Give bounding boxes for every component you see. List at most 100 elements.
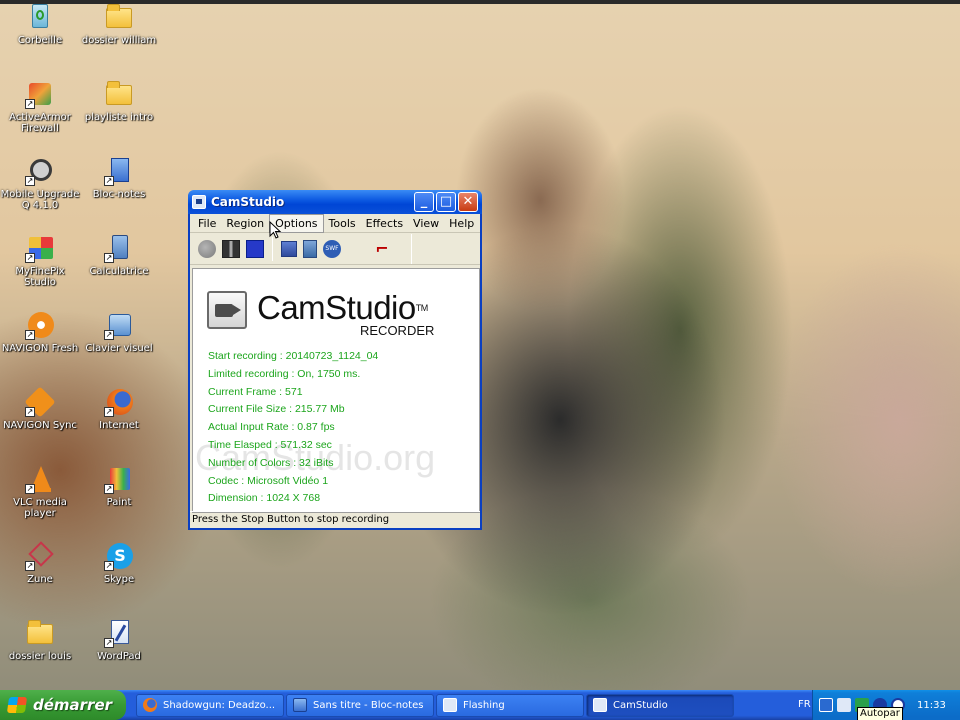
desktop-icon-navigon-sync[interactable]: ↗ NAVIGON Sync [0,386,80,457]
desktop-icon-internet[interactable]: ↗ Internet [79,387,159,457]
keyboard-icon: ↗ [104,310,134,340]
taskbar: démarrer Shadowgun: Deadzo... Sans titre… [0,690,960,720]
pause-button[interactable] [222,239,240,258]
window-title: CamStudio [211,195,285,209]
region-icon[interactable] [303,239,317,258]
recording-info-panel: CamStudioTM RECORDER CamStudio.org Start… [192,268,480,513]
desktop-icon-label: NAVIGON Sync [3,420,77,431]
desktop-icon-label: Calculatrice [89,266,149,277]
mobile-upgrade-icon: ↗ [25,156,55,186]
camstudio-logo: CamStudioTM RECORDER [207,289,434,338]
clock[interactable]: 11:33 [917,700,946,711]
minimize-to-tray-icon[interactable]: ⌐ [369,239,395,259]
stop-button[interactable] [246,239,264,258]
desktop-icon-label: Paint [106,497,132,508]
desktop-icon-calculatrice[interactable]: ↗ Calculatrice [79,233,159,303]
task-shadowgun[interactable]: Shadowgun: Deadzo... [136,693,284,717]
notepad-icon: ↗ [104,156,134,186]
stat-codec: Codec : Microsoft Vidéo 1 [208,474,329,487]
desktop-icon-activearmor[interactable]: ↗ ActiveArmor Firewall [0,79,80,149]
task-bloc-notes[interactable]: Sans titre - Bloc-notes [286,693,434,717]
camstudio-window[interactable]: CamStudio _ □ ✕ File Region Options Tool… [188,190,482,530]
stat-dimension: Dimension : 1024 X 768 [208,492,321,505]
desktop-icon-label: NAVIGON Fresh [1,343,79,354]
menu-view[interactable]: View [408,215,444,232]
window-titlebar[interactable]: CamStudio _ □ ✕ [188,190,482,214]
desktop-icon-label: ActiveArmor Firewall [9,112,71,134]
toolbar-separator [411,233,412,264]
stat-file-size: Current File Size : 215.77 Mb [208,403,345,416]
menu-region[interactable]: Region [221,215,269,232]
task-list: Shadowgun: Deadzo... Sans titre - Bloc-n… [136,693,736,717]
swf-icon[interactable]: SWF [323,239,341,258]
desktop-icon-navigon-fresh[interactable]: ↗ NAVIGON Fresh [0,310,80,380]
maximize-button[interactable]: □ [436,192,456,212]
desktop-icon-label: dossier louis [8,651,72,662]
camstudio-icon [192,195,206,209]
desktop-icon-corbeille[interactable]: Corbeille [0,2,80,72]
desktop-icon-clavier-visuel[interactable]: ↗ Clavier visuel [79,310,159,380]
stat-input-rate: Actual Input Rate : 0.87 fps [208,421,335,434]
desktop-icon-label: Corbeille [17,35,63,46]
window-tray-icon[interactable] [837,698,851,712]
paint-icon: ↗ [104,464,134,494]
desktop-icon-paint[interactable]: ↗ Paint [79,464,159,534]
folder-icon [25,618,55,648]
desktop-icon-skype[interactable]: S ↗ Skype [79,541,159,611]
desktop-icon-label: Clavier visuel [85,343,153,354]
menu-tools[interactable]: Tools [324,215,361,232]
menu-bar: File Region Options Tools Effects View H… [190,213,480,233]
stat-start-recording: Start recording : 20140723_1124_04 [208,350,379,362]
menu-help[interactable]: Help [444,215,479,232]
stat-limited-recording: Limited recording : On, 1750 ms. [208,367,361,380]
desktop-icon-wordpad[interactable]: ↗ WordPad [79,618,159,688]
mouse-cursor-icon [269,221,282,239]
desktop-icon-vlc[interactable]: ↗ VLC media player [0,464,80,534]
toolbar: SWF ⌐ [190,233,480,265]
close-button[interactable]: ✕ [458,192,478,212]
zune-icon: ↗ [25,541,55,571]
finepix-icon: ↗ [25,233,55,263]
folder-icon [104,2,134,32]
desktop-icon-label: VLC media player [13,497,67,519]
recording-stats: Start recording : 20140723_1124_04 Limit… [208,348,378,508]
stat-colors: Number of Colors : 32 iBits [208,456,334,469]
calculator-icon: ↗ [104,233,134,263]
back-arrow-icon[interactable] [819,698,833,712]
desktop-icon-label: WordPad [97,651,141,662]
desktop-icon-mobile-upgrade[interactable]: ↗ Mobile Upgrade Q 4.1.0 [0,156,80,226]
desktop-icon-bloc-notes[interactable]: ↗ Bloc-notes [79,156,159,226]
brand-name: CamStudioTM [257,289,428,326]
vlc-icon: ↗ [25,464,55,494]
desktop-icon-label: Skype [103,574,135,585]
minimize-button[interactable]: _ [414,192,434,212]
desktop-icon-playliste-intro[interactable]: playliste intro [79,79,159,149]
camera-icon [207,291,247,329]
firewall-icon: ↗ [25,79,55,109]
desktop-icon-dossier-louis[interactable]: dossier louis [0,618,80,688]
desktop-icon-label: MyFinePix Studio [15,266,65,288]
firefox-icon [143,698,157,712]
windows-logo-icon [6,697,28,713]
task-camstudio[interactable]: CamStudio [586,693,734,717]
desktop-icon-label: dossier william [81,35,157,46]
desktop-icon-zune[interactable]: ↗ Zune [0,541,80,611]
desktop-icon-myfinepix[interactable]: ↗ MyFinePix Studio [0,233,80,303]
menu-file[interactable]: File [193,215,221,232]
annotation-icon[interactable] [281,240,297,257]
firefox-icon: ↗ [104,387,134,417]
desktop-icon-label: Mobile Upgrade Q 4.1.0 [0,189,80,211]
start-button[interactable]: démarrer [0,690,126,720]
desktop-icon-dossier-william[interactable]: dossier william [79,2,159,72]
stat-current-frame: Current Frame : 571 [208,385,303,398]
desktop-icon-label: Internet [99,420,139,431]
wordpad-icon: ↗ [104,618,134,648]
menu-effects[interactable]: Effects [361,215,408,232]
task-flashing[interactable]: Flashing [436,693,584,717]
record-button[interactable] [198,239,216,258]
brand-subtitle: RECORDER [360,323,435,338]
navigon-fresh-icon: ↗ [25,310,55,340]
recycle-bin-icon [25,2,55,32]
folder-icon [104,79,134,109]
camstudio-icon [593,698,607,712]
